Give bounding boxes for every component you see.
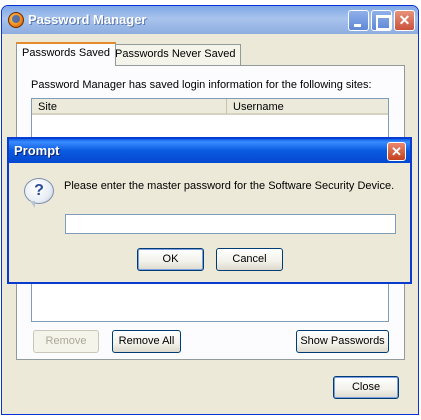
maximize-button[interactable] — [371, 10, 392, 31]
minimize-button[interactable] — [348, 10, 369, 31]
prompt-message: Please enter the master password for the… — [64, 180, 395, 192]
remove-all-button[interactable]: Remove All — [112, 330, 181, 353]
firefox-app-icon — [8, 12, 24, 28]
master-password-input[interactable] — [65, 214, 396, 234]
prompt-titlebar[interactable]: Prompt ✕ — [9, 139, 410, 163]
close-button[interactable]: Close — [333, 376, 399, 399]
pm-titlebar[interactable]: Password Manager ✕ — [2, 6, 418, 34]
show-passwords-button[interactable]: Show Passwords — [296, 330, 389, 353]
prompt-dialog: Prompt ✕ ? Please enter the master passw… — [7, 137, 412, 284]
column-header-site[interactable]: Site — [32, 99, 227, 115]
remove-button[interactable]: Remove — [33, 330, 99, 353]
ok-button[interactable]: OK — [137, 248, 204, 271]
panel-description: Password Manager has saved login informa… — [31, 79, 372, 91]
close-icon: ✕ — [398, 12, 411, 28]
prompt-close-button[interactable]: ✕ — [387, 142, 406, 161]
tab-passwords-saved[interactable]: Passwords Saved — [16, 42, 117, 66]
pm-window-title: Password Manager — [28, 12, 147, 27]
tab-passwords-never-saved[interactable]: Passwords Never Saved — [109, 44, 242, 65]
cancel-button[interactable]: Cancel — [216, 248, 283, 271]
column-header-username[interactable]: Username — [227, 99, 388, 115]
pm-close-window-button[interactable]: ✕ — [394, 10, 415, 31]
question-icon: ? — [24, 178, 54, 208]
prompt-title: Prompt — [14, 143, 60, 158]
close-icon: ✕ — [391, 144, 402, 159]
